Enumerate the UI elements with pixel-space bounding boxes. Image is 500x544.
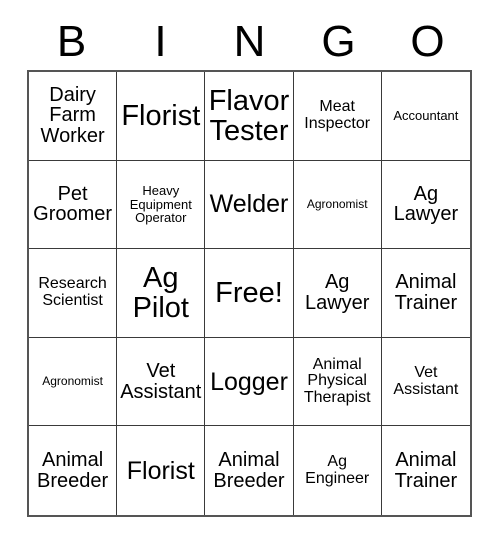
bingo-cell[interactable]: Florist: [117, 426, 206, 515]
bingo-header-letter-o: O: [410, 17, 445, 66]
bingo-cell-label: Animal Trainer: [394, 448, 458, 492]
bingo-cell[interactable]: Logger: [205, 337, 294, 427]
bingo-cell-label: Heavy Equipment Operator: [129, 183, 192, 226]
bingo-cell[interactable]: Vet Assistant: [117, 337, 206, 427]
bingo-cell-label: Vet Assistant: [393, 363, 459, 398]
bingo-cell-label: Ag Lawyer: [393, 182, 459, 226]
bingo-cell[interactable]: Heavy Equipment Operator: [117, 160, 206, 250]
bingo-header-row: B I N G O: [27, 14, 472, 70]
bingo-header-letter-n: N: [233, 17, 266, 66]
bingo-cell[interactable]: Ag Lawyer: [381, 160, 470, 250]
bingo-cell[interactable]: Accountant: [381, 72, 470, 161]
bingo-cell-label: Vet Assistant: [120, 359, 202, 403]
bingo-cell[interactable]: Animal Physical Therapist: [293, 337, 382, 427]
bingo-header-letter-b: B: [56, 17, 87, 66]
bingo-grid: Dairy Farm Worker Florist Flavor Tester Mea…: [27, 70, 472, 517]
bingo-cell-label: Animal Breeder: [213, 448, 285, 492]
bingo-cell-label: Animal Breeder: [37, 448, 109, 492]
bingo-cell-label: Ag Engineer: [305, 453, 370, 487]
bingo-cell[interactable]: Welder: [205, 160, 294, 250]
bingo-cell-label: Animal Trainer: [394, 271, 458, 314]
bingo-cell[interactable]: Florist: [117, 72, 206, 161]
bingo-cell[interactable]: Ag Pilot: [117, 249, 206, 338]
bingo-cell-free-space[interactable]: Free!: [205, 249, 294, 338]
bingo-cell-label: Florist: [121, 99, 201, 132]
bingo-cell-label: Dairy Farm Worker: [40, 83, 105, 148]
bingo-cell[interactable]: Meat Inspector: [293, 72, 382, 161]
bingo-cell[interactable]: Ag Lawyer: [293, 249, 382, 338]
bingo-cell[interactable]: Research Scientist: [29, 249, 118, 338]
bingo-cell-label: Free!: [215, 276, 283, 309]
bingo-cell[interactable]: Pet Groomer: [29, 160, 118, 250]
bingo-cell-label: Ag Pilot: [132, 261, 189, 324]
bingo-cell-label: Florist: [126, 456, 195, 485]
bingo-cell-label: Logger: [210, 367, 288, 396]
bingo-cell[interactable]: Ag Engineer: [293, 426, 382, 515]
bingo-cell[interactable]: Vet Assistant: [381, 337, 470, 427]
bingo-cell-label: Agronomist: [306, 197, 368, 212]
bingo-cell-label: Accountant: [393, 108, 459, 124]
bingo-cell-label: Animal Physical Therapist: [303, 355, 371, 406]
bingo-cell[interactable]: Animal Trainer: [381, 426, 470, 515]
bingo-cell-label: Welder: [209, 190, 289, 219]
bingo-cell[interactable]: Dairy Farm Worker: [29, 72, 118, 161]
bingo-card: B I N G O Dairy Farm Worker Florist Flavor…: [0, 0, 500, 544]
bingo-cell-label: Ag Lawyer: [304, 271, 370, 314]
bingo-cell-label: Meat Inspector: [304, 98, 371, 132]
bingo-cell-label: Agronomist: [42, 374, 103, 389]
bingo-cell[interactable]: Animal Breeder: [205, 426, 294, 515]
bingo-header-letter-g: G: [321, 17, 356, 66]
bingo-cell[interactable]: Flavor Tester: [205, 72, 294, 161]
bingo-cell[interactable]: Animal Trainer: [381, 249, 470, 338]
bingo-cell[interactable]: Animal Breeder: [29, 426, 118, 515]
bingo-cell-label: Pet Groomer: [33, 182, 113, 226]
bingo-cell-label: Research Scientist: [38, 275, 107, 309]
bingo-header-letter-i: I: [154, 17, 167, 66]
bingo-cell[interactable]: Agronomist: [29, 337, 118, 427]
bingo-cell-label: Flavor Tester: [208, 84, 290, 147]
bingo-cell[interactable]: Agronomist: [293, 160, 382, 250]
